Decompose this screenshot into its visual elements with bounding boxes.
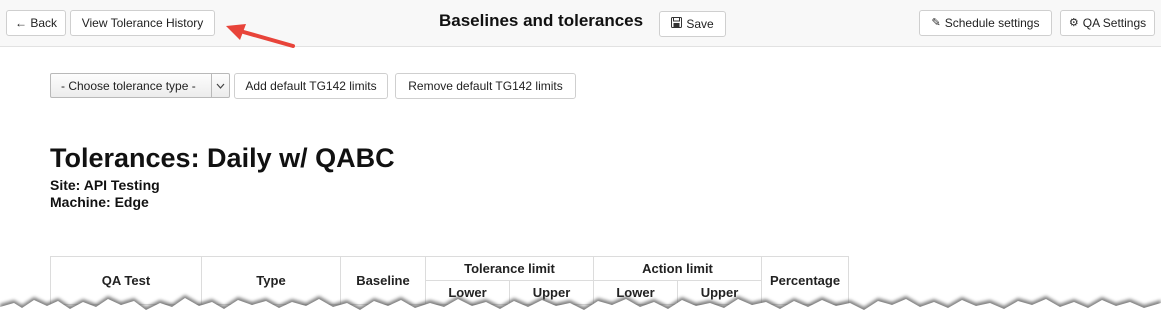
add-default-limits-label: Add default TG142 limits bbox=[245, 79, 377, 93]
tolerance-type-select[interactable]: - Choose tolerance type - bbox=[50, 73, 230, 98]
qa-settings-label: QA Settings bbox=[1082, 16, 1147, 30]
pencil-icon: ✎ bbox=[931, 16, 941, 29]
history-button-label: View Tolerance History bbox=[81, 16, 204, 30]
view-tolerance-history-button[interactable]: View Tolerance History bbox=[70, 10, 215, 36]
page-title: Baselines and tolerances bbox=[439, 11, 644, 30]
remove-default-limits-label: Remove default TG142 limits bbox=[408, 79, 563, 93]
column-header-action-limit: Action limit bbox=[593, 256, 762, 281]
add-default-limits-button[interactable]: Add default TG142 limits bbox=[234, 73, 388, 99]
back-button-label: ← Back bbox=[14, 16, 57, 30]
machine-label: Machine: Edge bbox=[50, 194, 149, 210]
chevron-down-icon bbox=[211, 74, 229, 97]
schedule-settings-label: Schedule settings bbox=[944, 16, 1040, 30]
schedule-settings-button[interactable]: ✎ Schedule settings bbox=[919, 10, 1052, 36]
torn-edge bbox=[0, 295, 1161, 322]
tolerances-heading: Tolerances: Daily w/ QABC bbox=[50, 143, 395, 173]
annotation-arrow bbox=[226, 24, 295, 48]
remove-default-limits-button[interactable]: Remove default TG142 limits bbox=[395, 73, 576, 99]
qa-settings-button[interactable]: ⚙ QA Settings bbox=[1060, 10, 1155, 36]
tolerance-type-selected-value: - Choose tolerance type - bbox=[61, 78, 196, 93]
column-header-tolerance-limit: Tolerance limit bbox=[425, 256, 594, 281]
gear-icon: ⚙ bbox=[1068, 16, 1079, 29]
back-button[interactable]: ← Back bbox=[6, 10, 66, 36]
save-button[interactable]: Save bbox=[659, 11, 726, 37]
floppy-disk-icon bbox=[671, 17, 683, 31]
save-button-label: Save bbox=[686, 17, 714, 31]
site-label: Site: API Testing bbox=[50, 177, 160, 193]
